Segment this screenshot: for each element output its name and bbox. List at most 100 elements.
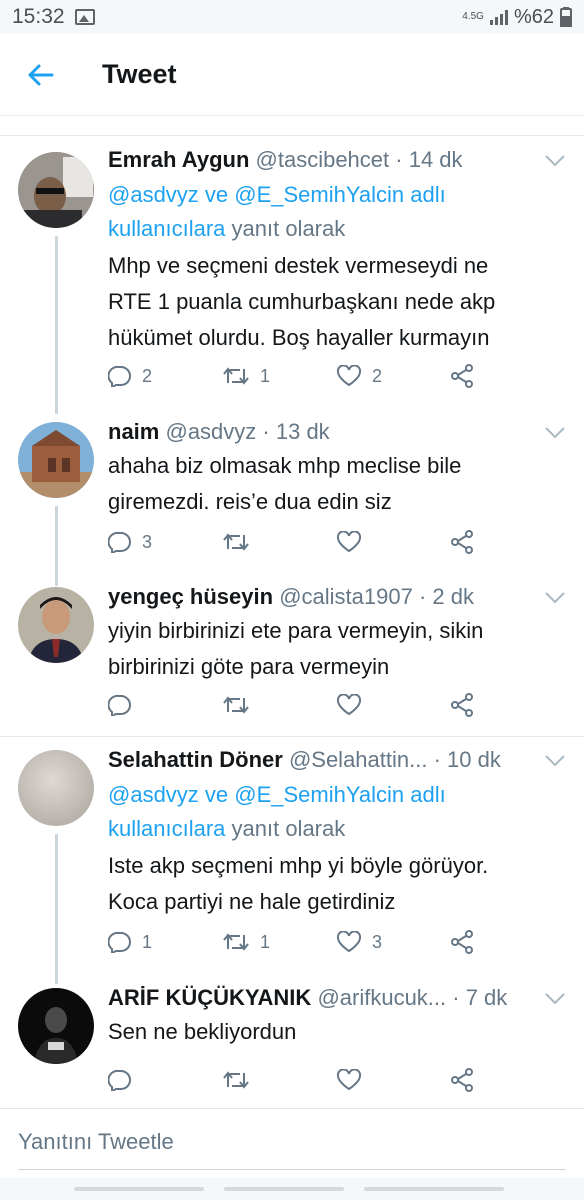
battery-level: %62 [513,5,554,28]
reply-button[interactable] [108,1064,222,1096]
tweet-text-line: yiyin birbirinizi ete para vermeyin, sik… [108,618,484,643]
tweet[interactable]: naim @asdvyz · 13 dk ahaha biz olmasak m… [0,412,584,586]
author-name[interactable]: naim [108,419,159,444]
heart-icon [336,931,362,953]
avatar[interactable] [18,152,94,228]
tweet-text-line: RTE 1 puanla cumhurbaşkanı nede akp [108,289,496,314]
reply-context: @asdvyz ve @E_SemihYalcin adlı kullanıcı… [108,778,544,846]
retweet-icon [223,367,249,385]
share-icon [451,530,473,554]
reply-composer[interactable]: Yanıtını Tweetle [0,1108,584,1178]
tweet-text-line: hükümet olurdu. Boş hayaller kurmayın [108,325,490,350]
status-bar: 15:32 4.5G %62 [0,0,584,34]
share-button[interactable] [450,689,488,721]
avatar[interactable] [18,988,94,1064]
reply-context: @asdvyz ve @E_SemihYalcin adlı kullanıcı… [108,178,544,246]
author-name[interactable]: Emrah Aygun [108,147,249,172]
tweet-age: 2 dk [432,584,474,609]
share-button[interactable] [450,1064,488,1096]
like-button[interactable]: 3 [336,926,450,958]
like-button[interactable] [336,689,450,721]
share-icon [451,364,473,388]
thread-line [55,834,58,984]
tweet-text-line: giremezdi. reis’e dua edin siz [108,489,392,514]
input-underline [18,1169,566,1170]
retweet-icon [223,696,249,714]
author-handle[interactable]: @tascibehcet [256,147,390,172]
heart-icon [336,365,362,387]
tweet-text: yiyin birbirinizi ete para vermeyin, sik… [108,613,544,685]
chevron-down-icon[interactable] [544,154,566,168]
author-name[interactable]: yengeç hüseyin [108,584,273,609]
retweet-button[interactable]: 1 [222,926,336,958]
reply-button[interactable]: 1 [108,926,222,958]
page-title: Tweet [102,59,177,89]
retweet-icon [223,933,249,951]
like-count: 3 [372,931,383,952]
reply-count: 2 [142,365,153,386]
battery-icon [560,7,572,27]
retweet-button[interactable]: 1 [222,360,336,392]
retweet-button[interactable] [222,689,336,721]
author-handle[interactable]: @asdvyz [165,419,256,444]
like-count: 2 [372,365,383,386]
signal-icon [489,9,508,25]
like-button[interactable] [336,1064,450,1096]
back-button[interactable] [0,34,80,116]
chevron-down-icon[interactable] [544,591,566,605]
tweet[interactable]: Selahattin Döner @Selahattin... · 10 dk … [0,740,584,984]
retweet-button[interactable] [222,1064,336,1096]
avatar[interactable] [18,587,94,663]
like-button[interactable]: 2 [336,360,450,392]
like-button[interactable] [336,526,450,558]
retweet-count: 1 [260,931,271,952]
tweet-text: Iste akp seçmeni mhp yi böyle görüyor. K… [108,848,544,920]
share-icon [451,1068,473,1092]
author-name[interactable]: Selahattin Döner [108,747,283,772]
system-nav-bar [0,1178,584,1200]
share-button[interactable] [450,926,488,958]
divider [0,135,584,136]
avatar[interactable] [18,750,94,826]
author-name[interactable]: ARİF KÜÇÜKYANIK [108,985,311,1010]
reply-count: 3 [142,531,153,552]
reply-button[interactable] [108,689,222,721]
author-handle[interactable]: @Selahattin... [289,747,428,772]
tweet-text-line: Iste akp seçmeni mhp yi böyle görüyor. [108,853,489,878]
tweet-text-line: Sen ne bekliyordun [108,1019,297,1044]
reply-suffix: yanıt olarak [231,216,346,241]
author-handle[interactable]: @arifkucuk... [317,985,446,1010]
reply-icon [108,694,131,716]
reply-input[interactable]: Yanıtını Tweetle [18,1129,174,1155]
reply-button[interactable]: 2 [108,360,222,392]
gallery-notification-icon [74,9,95,25]
reply-count: 1 [142,931,153,952]
reply-icon [108,531,131,553]
share-button[interactable] [450,360,488,392]
avatar[interactable] [18,422,94,498]
share-button[interactable] [450,526,488,558]
retweet-button[interactable] [222,526,336,558]
tweet-text: ahaha biz olmasak mhp meclise bile girem… [108,448,544,520]
heart-icon [336,694,362,716]
divider [0,736,584,737]
reply-icon [108,1069,131,1091]
chevron-down-icon[interactable] [544,754,566,768]
reply-suffix: yanıt olarak [231,816,346,841]
network-type: 4.5G [462,11,484,22]
tweet-text-line: Koca partiyi ne hale getirdiniz [108,889,396,914]
tweet[interactable]: yengeç hüseyin @calista1907 · 2 dk yiyin… [0,577,584,737]
thread-line [55,236,58,414]
chevron-down-icon[interactable] [544,992,566,1006]
reply-button[interactable]: 3 [108,526,222,558]
chevron-down-icon[interactable] [544,426,566,440]
tweet[interactable]: ARİF KÜÇÜKYANIK @arifkucuk... · 7 dk Sen… [0,978,584,1106]
tweet[interactable]: Emrah Aygun @tascibehcet · 14 dk @asdvyz… [0,140,584,414]
tweet-age: 7 dk [465,985,508,1010]
tweet-text-line: ahaha biz olmasak mhp meclise bile [108,453,462,478]
tweet-text-line: Mhp ve seçmeni destek vermeseydi ne [108,253,489,278]
app-bar: Tweet [0,34,584,116]
author-handle[interactable]: @calista1907 [279,584,413,609]
thread-line [55,506,58,586]
reply-icon [108,365,131,387]
